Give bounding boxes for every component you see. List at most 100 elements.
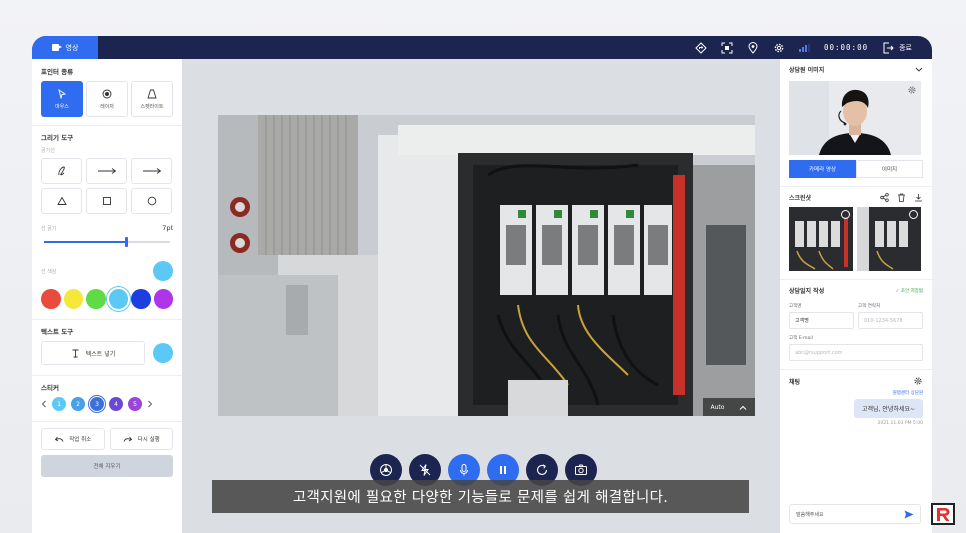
end-call-button[interactable]: 종료: [882, 42, 912, 54]
pointer-mouse[interactable]: 마우스: [41, 81, 83, 117]
circle-icon: [147, 196, 156, 206]
select-circle-icon[interactable]: [841, 210, 850, 219]
cursor-arrow-icon: [58, 88, 67, 99]
agent-source-toggle: 카메라 영상 이미지: [789, 160, 923, 178]
exit-icon: [882, 42, 894, 54]
pointer-laser-label: 레이저: [100, 103, 114, 110]
screenshot-thumbnail[interactable]: [789, 207, 853, 271]
arrow-line-icon: [97, 168, 116, 174]
text-color[interactable]: [153, 343, 173, 363]
freehand-tool[interactable]: [41, 158, 82, 184]
agent-photo: [789, 81, 921, 155]
end-call-label: 종료: [899, 43, 912, 52]
chat-sender: 원탭센터 상담원: [892, 391, 923, 396]
customer-name-label: 고객명: [789, 304, 802, 309]
redo-label: 다시 실행: [137, 437, 160, 443]
line-label: 굵기선: [41, 148, 55, 154]
thickness-slider[interactable]: [44, 237, 170, 247]
send-icon[interactable]: [904, 510, 914, 519]
rectangle-tool[interactable]: [86, 188, 127, 214]
quality-selector[interactable]: Auto: [703, 398, 755, 416]
sticker-5[interactable]: 5: [128, 397, 142, 411]
remote-video-feed[interactable]: Auto: [218, 115, 755, 416]
chat-timestamp: 2021.11.03 PM 5:00: [877, 421, 923, 426]
tab-video[interactable]: 영상: [32, 36, 98, 59]
chevron-right-icon[interactable]: [147, 400, 153, 408]
color-swatch-red[interactable]: [41, 289, 61, 309]
triangle-icon: [56, 196, 67, 205]
chat-input-placeholder: 말씀해주세요: [796, 511, 824, 518]
tab-video-label: 영상: [65, 43, 79, 52]
pointer-title: 포인터 종류: [41, 68, 74, 76]
chevron-up-icon: [740, 405, 747, 410]
customer-name-input[interactable]: 고객명: [789, 312, 854, 329]
color-swatch-blue[interactable]: [131, 289, 151, 309]
drawing-tools-panel: 포인터 종류 마우스 레이저 스펫라이트 그리기 도구 굵기선 선 굵기 7pt…: [32, 59, 182, 533]
rotate-icon: [536, 464, 548, 475]
sticker-1[interactable]: 1: [52, 397, 66, 411]
redo-arrow-icon: [123, 436, 132, 442]
text-cursor-icon: [72, 349, 79, 357]
current-line-color[interactable]: [153, 261, 173, 281]
line-arrow-tool[interactable]: [86, 158, 127, 184]
sticker-4[interactable]: 4: [109, 397, 123, 411]
circle-tool[interactable]: [131, 188, 172, 214]
location-pin-icon[interactable]: [747, 41, 759, 54]
route-icon[interactable]: [695, 41, 707, 54]
pointer-spotlight[interactable]: 스펫라이트: [131, 81, 173, 117]
video-camera-icon: [51, 44, 62, 51]
triangle-tool[interactable]: [41, 188, 82, 214]
chat-input[interactable]: 말씀해주세요: [789, 504, 921, 524]
undo-button[interactable]: 작업 취소: [41, 428, 105, 450]
color-label: 선 색상: [41, 268, 57, 275]
color-swatch-purple[interactable]: [153, 289, 173, 309]
spotlight-icon: [147, 89, 157, 98]
call-timer: 00:00:00: [823, 43, 869, 52]
select-circle-icon[interactable]: [909, 210, 918, 219]
brand-r-icon: [937, 507, 950, 521]
sticker-2[interactable]: 2: [71, 397, 85, 411]
arrow-tool[interactable]: [131, 158, 172, 184]
arrow-icon: [142, 168, 161, 174]
pause-icon: [500, 466, 506, 474]
thickness-label: 선 굵기: [41, 225, 57, 232]
sticker-3[interactable]: 3: [90, 397, 104, 411]
camera-video-tab[interactable]: 카메라 영상: [789, 160, 856, 178]
settings-gear-icon[interactable]: [907, 85, 917, 95]
trash-icon[interactable]: [897, 193, 906, 202]
text-tool-title: 텍스트 도구: [41, 328, 74, 336]
scan-icon[interactable]: [721, 42, 733, 54]
undo-arrow-icon: [55, 436, 64, 442]
chat-message: 고객님, 안녕하세요~: [853, 399, 923, 418]
screenshot-thumbnail[interactable]: [857, 207, 921, 271]
chat-settings-icon[interactable]: [913, 376, 923, 386]
undo-label: 작업 취소: [69, 437, 92, 443]
share-icon[interactable]: [880, 193, 889, 202]
download-icon[interactable]: [914, 193, 923, 202]
thickness-slider-handle[interactable]: [124, 237, 128, 247]
insert-text-button[interactable]: 텍스트 넣기: [41, 341, 145, 365]
subtitle-caption: 고객지원에 필요한 다양한 기능들로 문제를 쉽게 해결합니다.: [212, 480, 749, 513]
brand-logo: [931, 503, 955, 525]
pointer-laser[interactable]: 레이저: [86, 81, 128, 117]
customer-email-input[interactable]: abc@rsupport.com: [789, 344, 923, 361]
signal-strength-icon: [798, 43, 810, 52]
camera-capture-icon: [575, 464, 587, 475]
color-swatch-yellow[interactable]: [63, 289, 83, 309]
color-swatch-green[interactable]: [86, 289, 106, 309]
consult-side-panel: 상담원 이미지 카메라 영상 이미지 스크린샷 상담일지 작성 ✓ 초안 저장됨…: [780, 59, 932, 533]
clear-all-button[interactable]: 전체 지우기: [41, 455, 173, 477]
chevron-down-icon[interactable]: [915, 67, 923, 72]
chat-title: 채팅: [789, 378, 801, 386]
video-area: Auto: [182, 59, 780, 533]
flash-off-icon: [419, 464, 431, 476]
draft-saved-status: ✓ 초안 저장됨: [895, 288, 923, 294]
gear-icon[interactable]: [773, 42, 785, 54]
square-icon: [102, 197, 111, 205]
image-tab[interactable]: 이미지: [856, 160, 923, 178]
chevron-left-icon[interactable]: [41, 400, 47, 408]
redo-button[interactable]: 다시 실행: [109, 428, 173, 450]
color-swatch-sky[interactable]: [108, 289, 128, 309]
customer-phone-input[interactable]: 010-1234-5678: [858, 312, 923, 329]
thickness-value: 7pt: [162, 224, 173, 232]
